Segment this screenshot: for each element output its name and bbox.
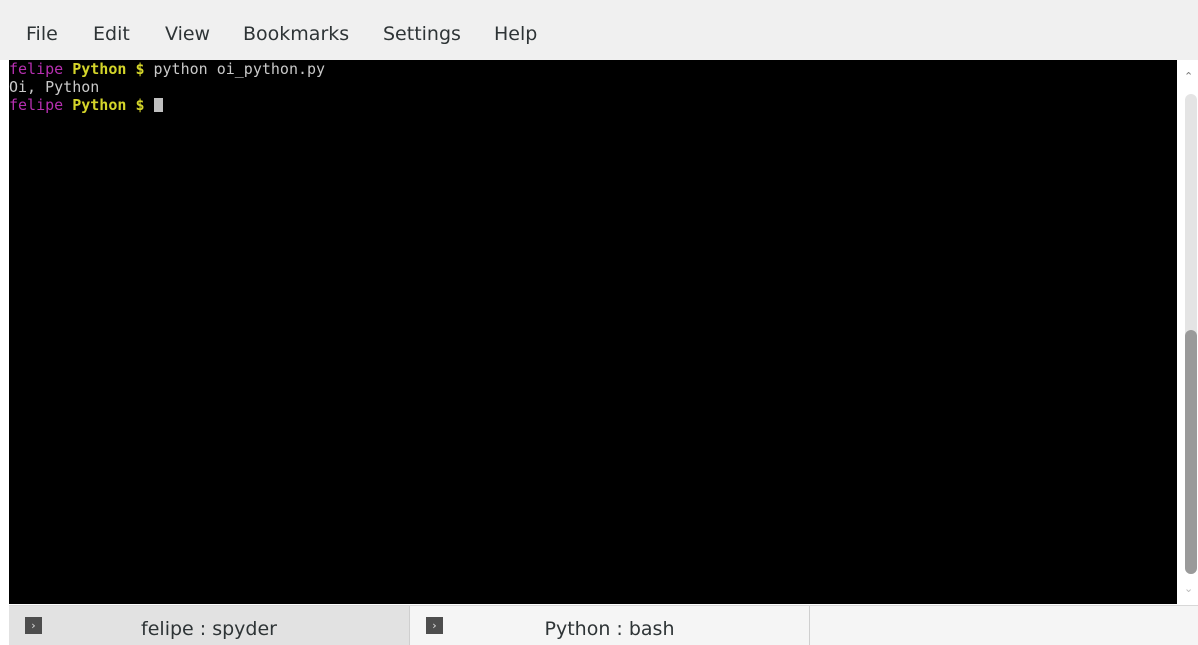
terminal-line: felipe Python $ python oi_python.py <box>9 61 325 78</box>
terminal-area[interactable]: felipe Python $ python oi_python.py Oi, … <box>9 60 1177 604</box>
prompt-symbol: $ <box>135 60 145 78</box>
chevron-down-icon[interactable]: ⌄ <box>1184 582 1193 595</box>
menu-file[interactable]: File <box>26 23 58 45</box>
menu-bookmarks[interactable]: Bookmarks <box>243 23 349 45</box>
command-output: Oi, Python <box>9 78 100 96</box>
prompt-user: felipe <box>9 60 64 78</box>
chevron-up-icon[interactable]: ⌃ <box>1184 70 1193 83</box>
menu-view[interactable]: View <box>165 23 210 45</box>
tab-label: felipe : spyder <box>141 618 277 640</box>
prompt-directory: Python <box>72 60 127 78</box>
vertical-scrollbar[interactable]: ⌃ ⌄ <box>1178 60 1198 604</box>
prompt-symbol: $ <box>135 96 145 114</box>
menu-bar: File Edit View Bookmarks Settings Help <box>0 0 1198 60</box>
tab-bar: › felipe : spyder › Python : bash <box>9 605 1198 645</box>
terminal-line: felipe Python $ <box>9 97 163 114</box>
terminal-line: Oi, Python <box>9 79 99 96</box>
prompt-user: felipe <box>9 96 64 114</box>
text-cursor <box>153 98 163 112</box>
command-text: python oi_python.py <box>153 60 326 78</box>
tab-felipe-spyder[interactable]: › felipe : spyder <box>9 606 410 645</box>
tab-label: Python : bash <box>544 618 675 640</box>
scroll-thumb[interactable] <box>1185 330 1197 574</box>
menu-help[interactable]: Help <box>494 23 537 45</box>
menu-settings[interactable]: Settings <box>383 23 461 45</box>
prompt-directory: Python <box>72 96 127 114</box>
tab-python-bash[interactable]: › Python : bash <box>410 606 810 645</box>
konsole-window: File Edit View Bookmarks Settings Help f… <box>0 0 1198 645</box>
menu-edit[interactable]: Edit <box>93 23 130 45</box>
